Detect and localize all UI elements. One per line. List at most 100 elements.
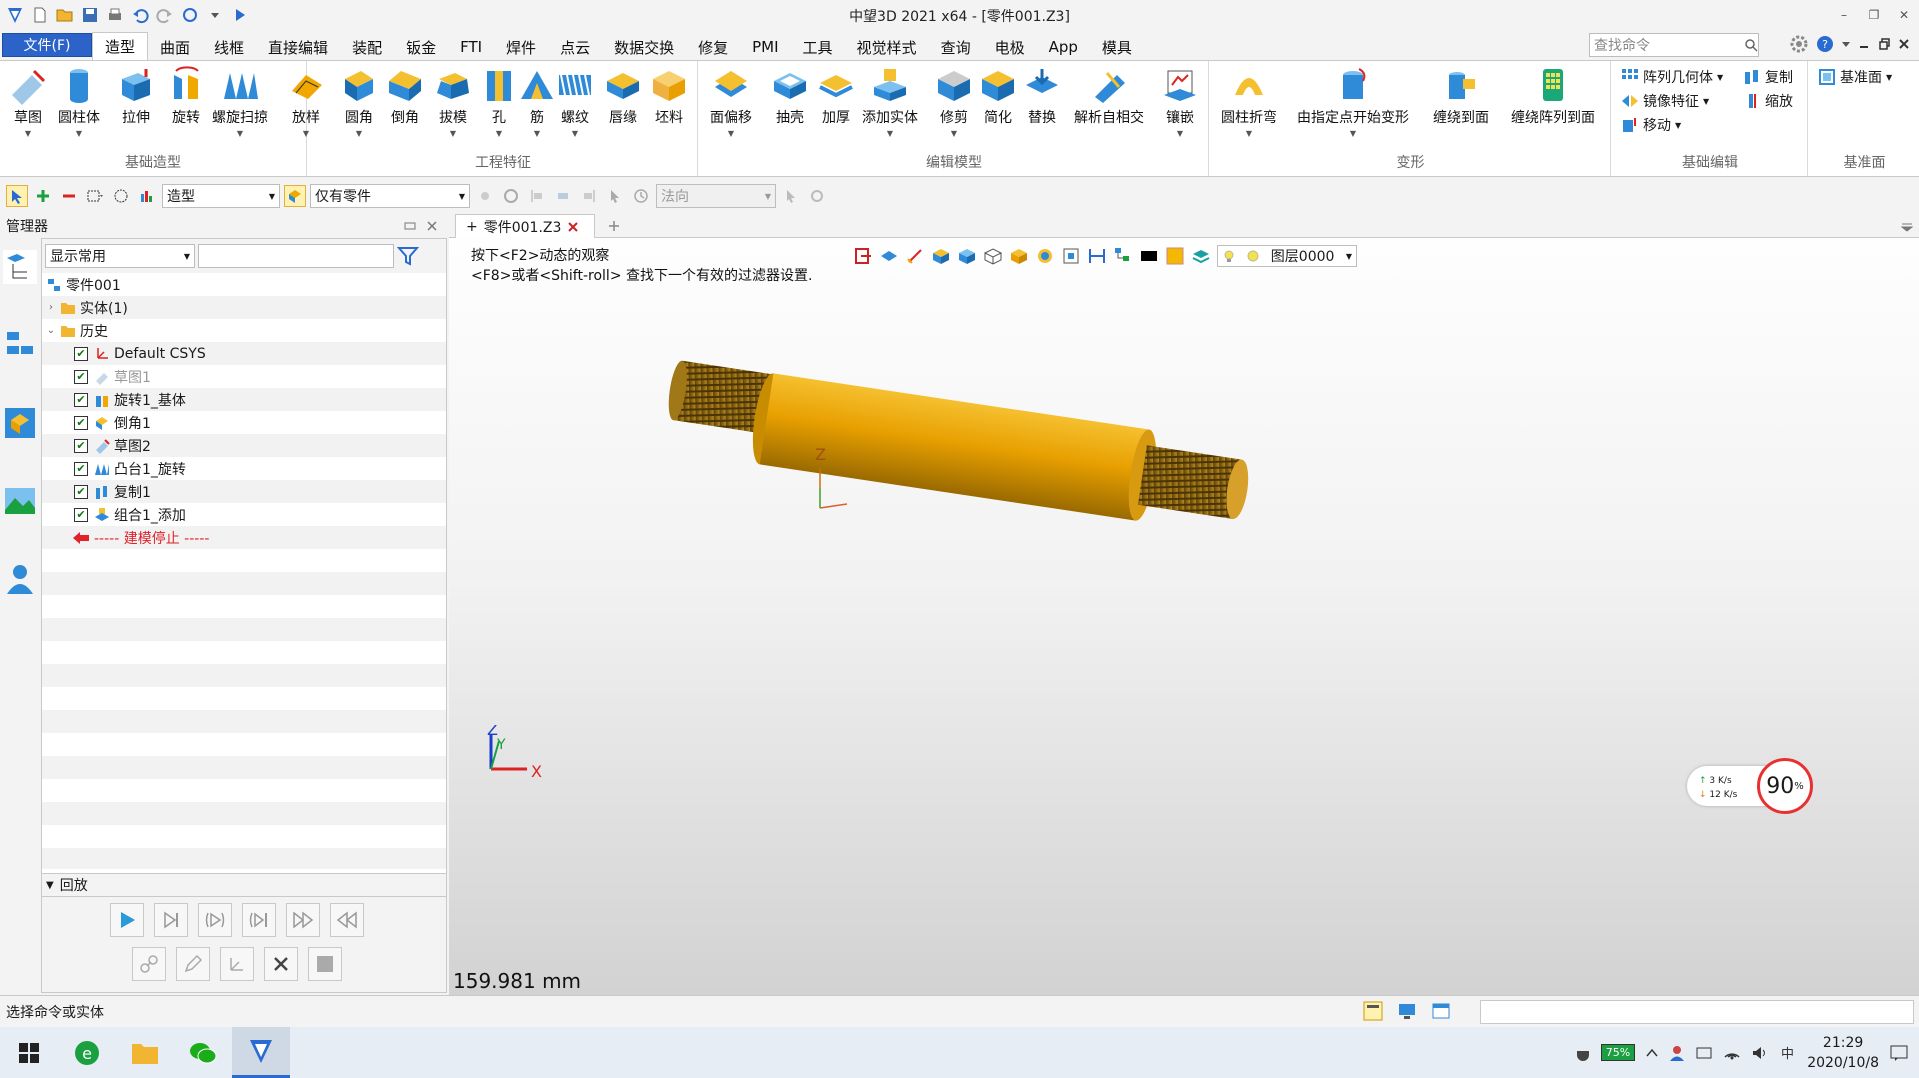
visibility-checkbox[interactable]: ✔ [74, 438, 88, 453]
hole-button[interactable]: 孔 ▼ [479, 65, 519, 138]
shell-button[interactable]: 抽壳 [770, 65, 810, 127]
tab-repair[interactable]: 修复 [686, 34, 740, 60]
clock[interactable]: 21:29 2020/10/8 [1807, 1033, 1879, 1073]
windows-start-button[interactable] [0, 1027, 58, 1078]
direction-select[interactable]: 法向 ▼ [656, 184, 776, 208]
save-icon[interactable] [79, 4, 101, 26]
emboss-button[interactable]: 镶嵌 ▼ [1160, 65, 1200, 138]
tree-solids-node[interactable]: › 实体(1) [42, 296, 446, 319]
tab-list-dropdown-icon[interactable] [1901, 222, 1913, 232]
helix-sweep-button[interactable]: 螺旋扫掠 ▼ [212, 65, 268, 138]
tab-modeling[interactable]: 造型 [92, 32, 149, 60]
new-tab-icon[interactable] [607, 219, 621, 233]
visibility-checkbox[interactable]: ✔ [74, 415, 88, 430]
doc-close-icon[interactable] [1897, 37, 1911, 51]
new-file-icon[interactable] [29, 4, 51, 26]
file-menu-button[interactable]: 文件(F) [2, 33, 92, 57]
copy-button[interactable]: 复制 [1743, 67, 1793, 87]
part-library-icon[interactable] [3, 406, 37, 440]
align-center-icon[interactable] [552, 185, 574, 207]
playback-header[interactable]: ▼ 回放 [42, 873, 446, 897]
step-forward-button[interactable] [154, 903, 188, 937]
qa-dropdown-icon[interactable] [204, 4, 226, 26]
tab-visual-style[interactable]: 视觉样式 [845, 34, 929, 60]
tree-item-combine1[interactable]: ✔ 组合1_添加 [42, 503, 446, 526]
tab-wireframe[interactable]: 线框 [202, 34, 256, 60]
filter-funnel-icon[interactable] [397, 245, 419, 267]
fast-forward-button[interactable] [286, 903, 320, 937]
visibility-checkbox[interactable]: ✔ [74, 346, 88, 361]
tab-weldment[interactable]: 焊件 [494, 34, 548, 60]
rib-button[interactable]: 筋 ▼ [517, 65, 557, 138]
cursor-icon[interactable] [604, 185, 626, 207]
thicken-button[interactable]: 加厚 [816, 65, 856, 127]
replace-button[interactable]: 替换 [1022, 65, 1062, 127]
play-step-button[interactable] [198, 903, 232, 937]
view-manager-icon[interactable] [3, 484, 37, 518]
align-left-icon[interactable] [526, 185, 548, 207]
tab-close-icon[interactable] [567, 221, 579, 233]
filter-list-icon[interactable] [136, 185, 158, 207]
visibility-checkbox[interactable]: ✔ [74, 369, 88, 384]
close-button[interactable]: ✕ [1889, 0, 1919, 30]
deform-from-point-button[interactable]: 由指定点开始变形 ▼ [1297, 65, 1409, 138]
help-icon[interactable]: ? [1815, 34, 1835, 54]
cylinder-button[interactable]: 圆柱体 ▼ [58, 65, 100, 138]
collapse-triangle-icon[interactable]: ▼ [46, 880, 54, 891]
box-select-icon[interactable] [84, 185, 106, 207]
align-right-icon[interactable] [578, 185, 600, 207]
wrap-to-face-button[interactable]: 缠绕到面 [1433, 65, 1489, 127]
link-tool-button[interactable] [132, 947, 166, 981]
display-filter-select[interactable]: 显示常用 ▼ [45, 244, 195, 268]
tray-expand-icon[interactable] [1645, 1046, 1659, 1060]
draft-button[interactable]: 拔模 ▼ [433, 65, 473, 138]
window-icon[interactable] [1430, 1000, 1452, 1022]
tab-assembly[interactable]: 装配 [340, 34, 394, 60]
datum-plane-button[interactable]: 基准面 ▼ [1818, 67, 1892, 87]
tree-item-sketch2[interactable]: ✔ 草图2 [42, 434, 446, 457]
tree-history-node[interactable]: ⌄ 历史 [42, 319, 446, 342]
tree-search-input[interactable] [198, 244, 394, 268]
restore-button[interactable]: ❐ [1859, 0, 1889, 30]
open-folder-icon[interactable] [54, 4, 76, 26]
doc-restore-icon[interactable] [1877, 37, 1891, 51]
tab-pmi[interactable]: PMI [740, 34, 790, 60]
ime-icon[interactable]: 中 [1779, 1045, 1797, 1061]
sketch-button[interactable]: 草图 ▼ [8, 65, 48, 138]
move-button[interactable]: 移动 ▼ [1621, 115, 1681, 135]
add-select-icon[interactable] [32, 185, 54, 207]
tab-app[interactable]: App [1037, 34, 1090, 60]
pick-settings-icon[interactable] [806, 185, 828, 207]
app-logo-icon[interactable] [4, 4, 26, 26]
network-speed-widget[interactable]: ↑ 3 K/s ↓ 12 K/s 90% [1687, 758, 1827, 814]
panel-pin-icon[interactable] [403, 219, 417, 233]
wechat-app-button[interactable] [174, 1027, 232, 1078]
tab-fti[interactable]: FTI [448, 34, 494, 60]
tab-inquire[interactable]: 查询 [929, 34, 983, 60]
remove-select-icon[interactable] [58, 185, 80, 207]
visibility-checkbox[interactable]: ✔ [74, 461, 88, 476]
trim-button[interactable]: 修剪 ▼ [934, 65, 974, 138]
minimize-button[interactable]: – [1829, 0, 1859, 30]
print-icon[interactable] [104, 4, 126, 26]
user-role-icon[interactable] [3, 562, 37, 596]
lip-button[interactable]: 唇缘 [603, 65, 643, 127]
panel-close-icon[interactable] [425, 219, 439, 233]
help-dropdown-icon[interactable] [1841, 39, 1851, 49]
monitor-icon[interactable] [1396, 1000, 1418, 1022]
self-intersect-button[interactable]: 解析自相交 [1074, 65, 1144, 127]
part-filter-icon[interactable] [284, 185, 306, 207]
assembly-tree-icon[interactable] [3, 328, 37, 362]
mode-select[interactable]: 造型 ▼ [162, 184, 280, 208]
wifi-icon[interactable] [1723, 1045, 1741, 1061]
notification-icon[interactable] [1889, 1044, 1909, 1062]
run-icon[interactable] [229, 4, 251, 26]
file-explorer-button[interactable] [116, 1027, 174, 1078]
regenerate-icon[interactable] [179, 4, 201, 26]
tab-mold[interactable]: 模具 [1090, 34, 1144, 60]
battery-indicator[interactable]: 75% [1600, 1044, 1636, 1061]
play-to-end-button[interactable] [242, 903, 276, 937]
rewind-button[interactable] [330, 903, 364, 937]
wrap-pattern-to-face-button[interactable]: 缠绕阵列到面 [1511, 65, 1595, 127]
undo-icon[interactable] [129, 4, 151, 26]
